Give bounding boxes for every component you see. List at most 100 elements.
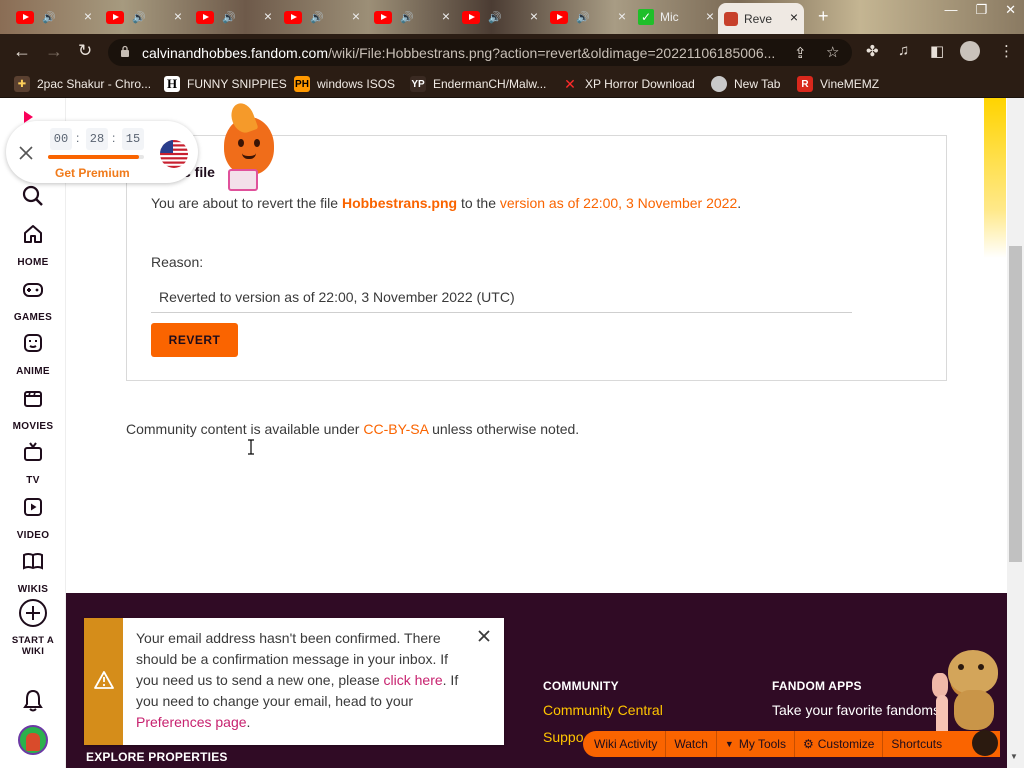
- lock-icon: [121, 45, 129, 57]
- r-logo-icon: R: [797, 76, 813, 92]
- audio-icon: 🔊: [488, 11, 502, 24]
- shortcuts-button[interactable]: Shortcuts: [883, 731, 950, 757]
- license-link[interactable]: CC-BY-SA: [363, 421, 428, 437]
- file-name-link[interactable]: Hobbestrans.png: [342, 195, 457, 211]
- sidebar-item-movies[interactable]: MOVIES: [0, 386, 66, 432]
- watch-button[interactable]: Watch: [666, 731, 717, 757]
- user-avatar[interactable]: [18, 725, 48, 755]
- bookmark-item[interactable]: R VineMEMZ: [797, 76, 879, 92]
- browser-tab[interactable]: ✓ Mic ×: [632, 4, 720, 30]
- reason-input[interactable]: [151, 281, 852, 313]
- browser-tab[interactable]: 🔊 ×: [190, 4, 278, 30]
- timer-minutes: 28: [86, 128, 108, 150]
- minimize-icon[interactable]: —: [944, 2, 957, 18]
- bookmark-item[interactable]: PH windows ISOS: [294, 76, 395, 92]
- notification-text: Your email address hasn't been confirmed…: [136, 630, 459, 730]
- revert-button[interactable]: REVERT: [151, 323, 238, 357]
- browser-tab[interactable]: 🔊 ×: [544, 4, 632, 30]
- menu-kebab-icon[interactable]: ⋮: [999, 42, 1014, 60]
- search-icon[interactable]: [22, 185, 44, 207]
- bookmark-item[interactable]: New Tab: [711, 76, 780, 92]
- scroll-down-arrow-icon[interactable]: ▼: [1010, 752, 1018, 761]
- scrollbar-thumb[interactable]: [1009, 246, 1022, 562]
- wiki-activity-button[interactable]: Wiki Activity: [583, 731, 667, 757]
- close-tab-icon[interactable]: ×: [618, 8, 626, 24]
- close-tab-icon[interactable]: ×: [174, 8, 182, 24]
- sidebar-item-tv[interactable]: TV: [0, 440, 66, 486]
- community-central-link[interactable]: Community Central: [543, 702, 663, 718]
- sidebar-item-label: VIDEO: [16, 530, 50, 541]
- sidebar-item-wikis[interactable]: WIKIS: [0, 549, 66, 595]
- browser-tab-active[interactable]: Reve ×: [718, 3, 804, 34]
- sidebar-item-home[interactable]: HOME: [0, 222, 66, 268]
- get-premium-link[interactable]: Get Premium: [55, 166, 130, 180]
- maximize-icon[interactable]: ❐: [975, 2, 987, 18]
- resend-email-link[interactable]: click here: [384, 672, 443, 688]
- audio-icon: 🔊: [400, 11, 414, 24]
- extensions-icon[interactable]: ✤: [866, 42, 879, 60]
- browser-tab[interactable]: 🔊 ×: [368, 4, 456, 30]
- side-panel-icon[interactable]: ◧: [930, 42, 944, 60]
- preferences-link[interactable]: Preferences page: [136, 714, 247, 730]
- revert-message: You are about to revert the file Hobbest…: [151, 195, 742, 211]
- doge-sticker: [942, 650, 1004, 730]
- browser-tab[interactable]: 🔊 ×: [10, 4, 98, 30]
- bookmark-item[interactable]: ✚ 2pac Shakur - Chro...: [14, 76, 151, 92]
- anime-face-icon: [24, 334, 42, 352]
- collapse-toolbar-icon[interactable]: [972, 730, 998, 756]
- wiki-toolbar: Wiki Activity Watch ▼ My Tools ⚙ Customize…: [583, 731, 1000, 757]
- bookmark-item[interactable]: YP EndermanCH/Malw...: [410, 76, 546, 92]
- hola-flame-mascot: [218, 100, 280, 193]
- email-confirmation-notification: Your email address hasn't been confirmed…: [84, 618, 504, 745]
- close-icon[interactable]: [19, 146, 33, 160]
- audio-icon: 🔊: [310, 11, 324, 24]
- media-control-icon[interactable]: ♫: [898, 42, 909, 59]
- url-text[interactable]: calvinandhobbes.fandom.com/wiki/File:Hob…: [142, 45, 782, 61]
- close-tab-icon[interactable]: ×: [706, 8, 714, 24]
- support-link[interactable]: Suppo: [543, 729, 583, 745]
- close-tab-icon[interactable]: ×: [264, 8, 272, 24]
- page-accent-stripe: [984, 98, 1006, 258]
- fandom-apps-text: Take your favorite fandoms: [772, 702, 941, 718]
- share-icon[interactable]: ⇪: [794, 44, 807, 62]
- fandom-sidebar: HOME GAMES ANIME MOVIES TV VIDEO WIKIS S…: [0, 98, 66, 768]
- close-tab-icon[interactable]: ×: [352, 8, 360, 24]
- bookmark-item[interactable]: H FUNNY SNIPPIES: [164, 76, 287, 92]
- youtube-icon: [374, 10, 392, 24]
- youtube-icon: [462, 10, 480, 24]
- browser-tab[interactable]: 🔊 ×: [456, 4, 544, 30]
- customize-button[interactable]: ⚙ Customize: [795, 731, 884, 757]
- close-tab-icon[interactable]: ×: [790, 9, 798, 25]
- forward-icon[interactable]: →: [45, 41, 63, 62]
- sidebar-item-anime[interactable]: ANIME: [0, 331, 66, 377]
- close-window-icon[interactable]: ✕: [1005, 2, 1016, 18]
- close-tab-icon[interactable]: ×: [530, 8, 538, 24]
- browser-tab[interactable]: 🔊 ×: [278, 4, 366, 30]
- h-logo-icon: H: [164, 76, 180, 92]
- sidebar-item-video[interactable]: VIDEO: [0, 495, 66, 541]
- reload-icon[interactable]: ↻: [78, 41, 92, 61]
- address-bar[interactable]: calvinandhobbes.fandom.com/wiki/File:Hob…: [108, 39, 852, 66]
- ph-logo-icon: PH: [294, 76, 310, 92]
- us-flag-icon[interactable]: [160, 140, 188, 168]
- youtube-icon: [16, 10, 34, 24]
- my-tools-button[interactable]: ▼ My Tools: [717, 731, 795, 757]
- new-tab-icon[interactable]: +: [818, 6, 829, 27]
- back-icon[interactable]: ←: [13, 41, 31, 62]
- bookmark-label: windows ISOS: [317, 77, 396, 91]
- close-icon[interactable]: [476, 628, 492, 644]
- browser-tab[interactable]: 🔊 ×: [100, 4, 188, 30]
- check-icon: ✓: [638, 9, 654, 25]
- bell-icon[interactable]: [22, 688, 44, 712]
- globe-icon: [711, 76, 727, 92]
- sidebar-item-games[interactable]: GAMES: [0, 277, 66, 323]
- book-icon: [23, 553, 43, 570]
- browser-tab-strip: 🔊 × 🔊 × 🔊 × 🔊 × 🔊 × 🔊 × 🔊 × ✓ Mic × Reve × + — …: [0, 0, 1024, 34]
- close-tab-icon[interactable]: ×: [442, 8, 450, 24]
- version-link[interactable]: version as of 22:00, 3 November 2022: [500, 195, 737, 211]
- close-tab-icon[interactable]: ×: [84, 8, 92, 24]
- profile-avatar-icon[interactable]: [960, 41, 980, 61]
- bookmark-star-icon[interactable]: ☆: [826, 43, 839, 61]
- sidebar-item-start-wiki[interactable]: START A WIKI: [0, 598, 66, 657]
- bookmark-item[interactable]: ✕ XP Horror Download: [562, 76, 695, 92]
